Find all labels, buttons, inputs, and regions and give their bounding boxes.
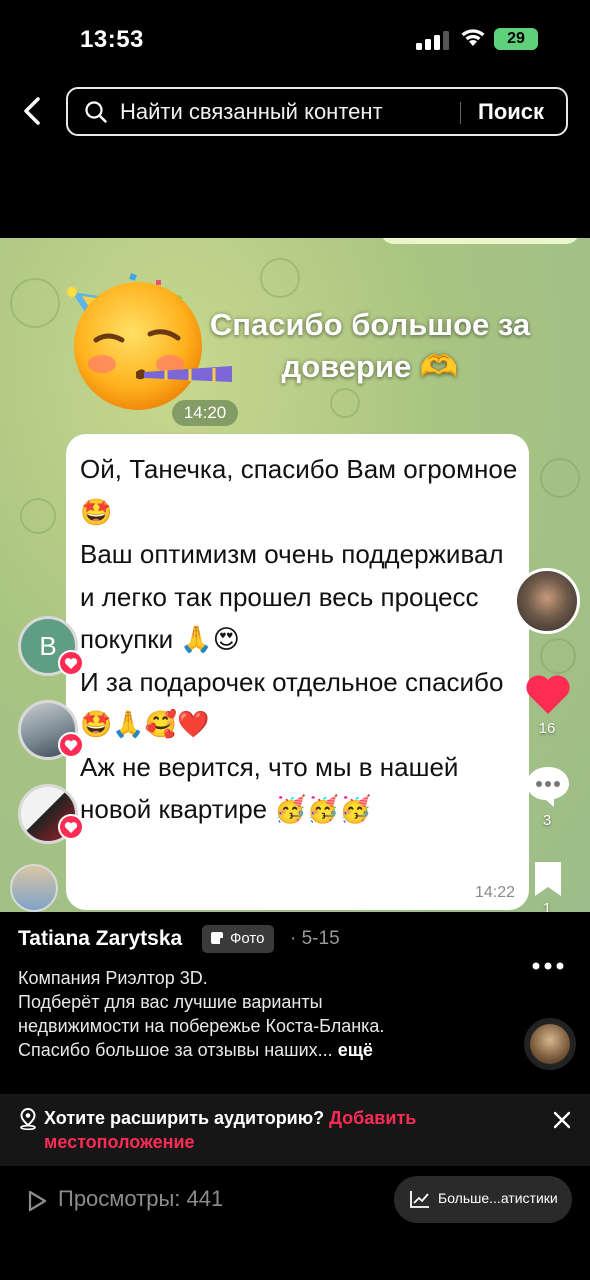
caption-more-link[interactable]: ещё [338, 1040, 373, 1060]
like-heart-icon[interactable] [524, 672, 572, 716]
heart-badge-icon [58, 650, 84, 676]
location-question: Хотите расширить аудиторию? [44, 1108, 325, 1128]
search-input[interactable]: Найти связанный контент Поиск [66, 87, 568, 136]
more-statistics-button[interactable]: Больше...атистики [394, 1176, 572, 1223]
author-name[interactable]: Tatiana Zarytska [18, 927, 182, 951]
heart-badge-icon [58, 732, 84, 758]
like-count: 16 [538, 720, 556, 737]
bookmark-icon[interactable] [532, 860, 564, 898]
background-doodle [330, 388, 360, 418]
caption-text: Компания Риэлтор 3D. Подберёт для вас лу… [18, 968, 385, 1060]
location-pin-icon [20, 1108, 36, 1130]
music-disc-icon[interactable] [524, 1018, 576, 1070]
chat-message-timestamp: 14:22 [474, 884, 515, 901]
post-image[interactable]: Спасибо большое за доверие 🫶 14:20 Ой, Т… [0, 238, 590, 912]
more-options-icon[interactable] [530, 956, 566, 976]
save-count: 1 [542, 900, 552, 912]
location-prompt-text: Хотите расширить аудиторию? Добавить мес… [44, 1106, 504, 1154]
sticker-caption: Спасибо большое за доверие 🫶 [209, 307, 531, 384]
background-doodle [540, 638, 576, 674]
cellular-signal-icon [416, 31, 449, 50]
chat-message-bubble: Ой, Танечка, спасибо Вам огромное 🤩 Ваш … [66, 434, 529, 910]
background-doodle [260, 258, 300, 298]
wifi-icon [461, 29, 485, 46]
post-caption[interactable]: Компания Риэлтор 3D. Подберёт для вас лу… [18, 966, 448, 1062]
more-statistics-label: Больше...атистики [438, 1190, 558, 1206]
status-bar: 13:53 29 [0, 0, 590, 80]
search-placeholder: Найти связанный контент [120, 99, 383, 124]
post-date: · 5-15 [290, 928, 340, 949]
creator-avatar[interactable] [514, 568, 580, 634]
photo-icon [211, 932, 225, 945]
status-time: 13:53 [80, 26, 144, 53]
photo-tag: Фото [202, 925, 275, 953]
heart-badge-icon [58, 814, 84, 840]
battery-indicator: 29 [494, 28, 538, 50]
chat-message-text: Ой, Танечка, спасибо Вам огромное 🤩 Ваш … [80, 454, 518, 824]
back-arrow-icon[interactable] [18, 94, 48, 128]
sticker-timestamp: 14:20 [172, 400, 238, 426]
search-divider [460, 102, 461, 124]
reaction-avatar-photo[interactable] [10, 864, 58, 912]
location-prompt: Хотите расширить аудиторию? Добавить мес… [0, 1094, 590, 1166]
background-doodle [10, 278, 60, 328]
background-doodle [540, 458, 580, 498]
comment-count: 3 [542, 812, 552, 829]
play-views-icon [28, 1190, 47, 1212]
search-button[interactable]: Поиск [478, 99, 544, 125]
analytics-chart-icon [410, 1191, 429, 1208]
comment-bubble-icon[interactable] [524, 764, 572, 808]
previous-message-edge [380, 238, 580, 244]
bottom-bar: Просмотры: 441 Больше...атистики [0, 1166, 590, 1280]
close-icon[interactable] [552, 1110, 572, 1130]
search-icon [85, 101, 107, 123]
views-count: Просмотры: 441 [58, 1186, 224, 1211]
background-doodle [20, 498, 56, 534]
photo-tag-label: Фото [230, 930, 265, 947]
battery-level: 29 [507, 30, 525, 47]
